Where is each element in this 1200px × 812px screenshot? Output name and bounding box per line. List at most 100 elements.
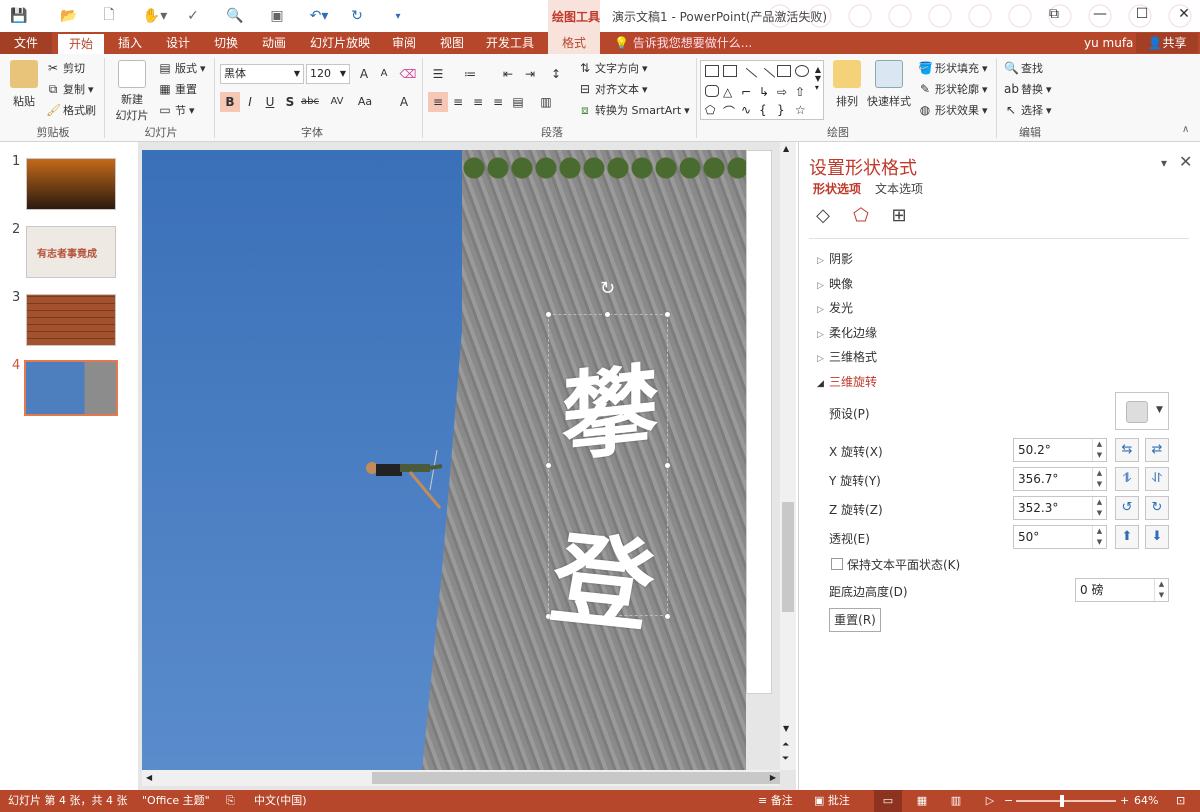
bracket-shape-icon[interactable]: ⌒ [723, 103, 737, 119]
columns-icon[interactable]: ▥ [536, 92, 556, 112]
share-button[interactable]: 👤共享 [1136, 33, 1198, 53]
section-shadow[interactable]: ▷ 阴影 [817, 250, 853, 267]
tab-view[interactable]: 视图 [432, 32, 472, 54]
font-name-select[interactable]: 黑体 ▼ [220, 64, 304, 84]
copy-button[interactable]: ⧉ 复制 ▾ [46, 81, 94, 97]
vertical-scrollbar[interactable]: ▲ ▼ ⏶ ⏷ [780, 142, 796, 770]
line-shape-icon[interactable] [738, 67, 758, 87]
pane-options-icon[interactable]: ▾ [1161, 156, 1167, 170]
print-preview-icon[interactable]: 🔍 [224, 6, 246, 26]
horizontal-scroll-thumb[interactable] [372, 772, 780, 784]
x-rotate-left-icon[interactable]: ⇆ [1115, 438, 1139, 462]
find-button[interactable]: 🔍 查找 [1004, 60, 1043, 76]
distance-input[interactable]: 0 磅 ▲ ▼ [1075, 578, 1169, 602]
elbow-shape-icon[interactable]: ↳ [759, 85, 773, 99]
normal-view-icon[interactable]: ▭ [874, 790, 902, 812]
shapes-gallery[interactable]: △ ⌐ ↳ ⇨ ⇧ ⬠ ⌒ ∿ { } ☆ ▲ ▼ ▾ [700, 60, 824, 120]
effects-pentagon-icon[interactable]: ⬠ [849, 204, 873, 228]
resize-handle[interactable] [664, 613, 671, 620]
undo-icon[interactable]: ↶▾ [304, 6, 334, 26]
user-name[interactable]: yu mufa [1084, 32, 1133, 54]
increase-indent-icon[interactable]: ⇥ [520, 64, 540, 84]
scroll-down-icon[interactable]: ▼ [783, 724, 789, 733]
size-properties-icon[interactable]: ⊞ [887, 204, 911, 228]
text-shadow-button[interactable]: S [280, 92, 300, 112]
horizontal-scrollbar[interactable]: ◀ ▶ [142, 770, 780, 786]
align-center-icon[interactable]: ≡ [448, 92, 468, 112]
z-rotate-clockwise-icon[interactable]: ↻ [1145, 496, 1169, 520]
slide-sorter-icon[interactable]: ▦ [910, 790, 934, 812]
customize-qat-icon[interactable]: ▾ [390, 6, 406, 26]
slide-thumbnail-1[interactable] [26, 158, 116, 210]
scroll-left-icon[interactable]: ◀ [146, 773, 152, 782]
grow-font-button[interactable]: A [354, 64, 374, 84]
justify-icon[interactable]: ≡ [488, 92, 508, 112]
y-rotate-up-icon[interactable]: ⥮ [1115, 467, 1139, 491]
tab-design[interactable]: 设计 [158, 32, 198, 54]
strikethrough-button[interactable]: abc [300, 92, 320, 112]
slide-text-char-1[interactable]: 攀 [562, 331, 658, 480]
resize-handle[interactable] [664, 462, 671, 469]
triangle-shape-icon[interactable]: △ [723, 85, 737, 99]
oval-shape-icon[interactable] [795, 65, 809, 77]
new-slide-button[interactable]: 新建 幻灯片 [112, 60, 152, 122]
section-button[interactable]: ▭ 节 ▾ [158, 102, 194, 118]
align-left-icon[interactable]: ≡ [428, 92, 448, 112]
tab-text-options[interactable]: 文本选项 [875, 180, 923, 197]
char-spacing-button[interactable]: AV [324, 92, 350, 112]
section-reflection[interactable]: ▷ 映像 [817, 275, 853, 292]
zoom-out-icon[interactable]: − [1004, 790, 1013, 812]
preset-dropdown[interactable]: ▼ [1115, 392, 1169, 430]
section-soft-edges[interactable]: ▷ 柔化边缘 [817, 324, 877, 341]
replace-button[interactable]: ab 替换 ▾ [1004, 81, 1052, 97]
slide-thumbnail-2[interactable]: 有志者事竟成 [26, 226, 116, 278]
format-painter-button[interactable]: 🖌 格式刷 [46, 102, 96, 118]
distribute-icon[interactable]: ▤ [508, 92, 528, 112]
spin-arrows-icon[interactable]: ▲ ▼ [1092, 526, 1106, 548]
pentagon-shape-icon[interactable]: ⬠ [705, 103, 719, 117]
layout-button[interactable]: ▤ 版式 ▾ [158, 60, 205, 76]
spell-check-icon[interactable]: ⎘ [226, 790, 235, 812]
tab-slideshow[interactable]: 幻灯片放映 [304, 32, 376, 54]
slideshow-view-icon[interactable]: ▷ [978, 790, 1002, 812]
resize-handle[interactable] [545, 311, 552, 318]
font-color-button[interactable]: A [392, 92, 416, 112]
tab-animations[interactable]: 动画 [254, 32, 294, 54]
language[interactable]: 中文(中国) [254, 790, 307, 812]
quick-styles-button[interactable]: 快速样式 [866, 60, 912, 109]
paste-button[interactable]: 粘贴 [8, 60, 40, 109]
minimize-button[interactable]: — [1088, 6, 1112, 26]
smartart-button[interactable]: ⧈ 转换为 SmartArt ▾ [578, 102, 690, 118]
tab-review[interactable]: 审阅 [384, 32, 424, 54]
slide-canvas[interactable]: ↻ 攀 登 [142, 150, 746, 770]
arrow-right-shape-icon[interactable]: ⇨ [777, 85, 791, 99]
open-icon[interactable]: 📂 [58, 6, 80, 26]
vertical-textbox-shape-icon[interactable] [723, 65, 737, 77]
maximize-button[interactable]: ☐ [1130, 6, 1154, 26]
tab-transitions[interactable]: 切换 [206, 32, 246, 54]
shape-fill-button[interactable]: 🪣 形状填充 ▾ [918, 60, 988, 76]
shape-effects-button[interactable]: ◍ 形状效果 ▾ [918, 102, 988, 118]
italic-button[interactable]: I [240, 92, 260, 112]
shape-outline-button[interactable]: ✎ 形状轮廓 ▾ [918, 81, 988, 97]
bold-button[interactable]: B [220, 92, 240, 112]
align-right-icon[interactable]: ≡ [468, 92, 488, 112]
fit-slide-icon[interactable]: ⊡ [1176, 790, 1185, 812]
vertical-scroll-thumb[interactable] [782, 502, 794, 612]
align-text-button[interactable]: ⊟ 对齐文本 ▾ [578, 81, 648, 97]
star-shape-icon[interactable]: ☆ [795, 103, 809, 117]
connector-shape-icon[interactable]: ⌐ [741, 85, 755, 99]
tab-format[interactable]: 格式 [548, 32, 600, 54]
x-rotation-input[interactable]: 50.2° ▲ ▼ [1013, 438, 1107, 462]
slide-thumbnail-4[interactable] [24, 360, 118, 416]
comments-button[interactable]: ▣ 批注 [814, 790, 850, 812]
arrow-shape-icon[interactable] [756, 67, 776, 87]
redo-icon[interactable]: ↻ [346, 6, 368, 26]
z-rotate-counterclockwise-icon[interactable]: ↺ [1115, 496, 1139, 520]
clear-formatting-icon[interactable]: ⌫ [398, 64, 418, 84]
section-3d-format[interactable]: ▷ 三维格式 [817, 348, 877, 365]
spin-arrows-icon[interactable]: ▲ ▼ [1092, 497, 1106, 519]
perspective-input[interactable]: 50° ▲ ▼ [1013, 525, 1107, 549]
save-icon[interactable]: 💾 [8, 6, 30, 26]
perspective-increase-icon[interactable]: ⬆ [1115, 525, 1139, 549]
